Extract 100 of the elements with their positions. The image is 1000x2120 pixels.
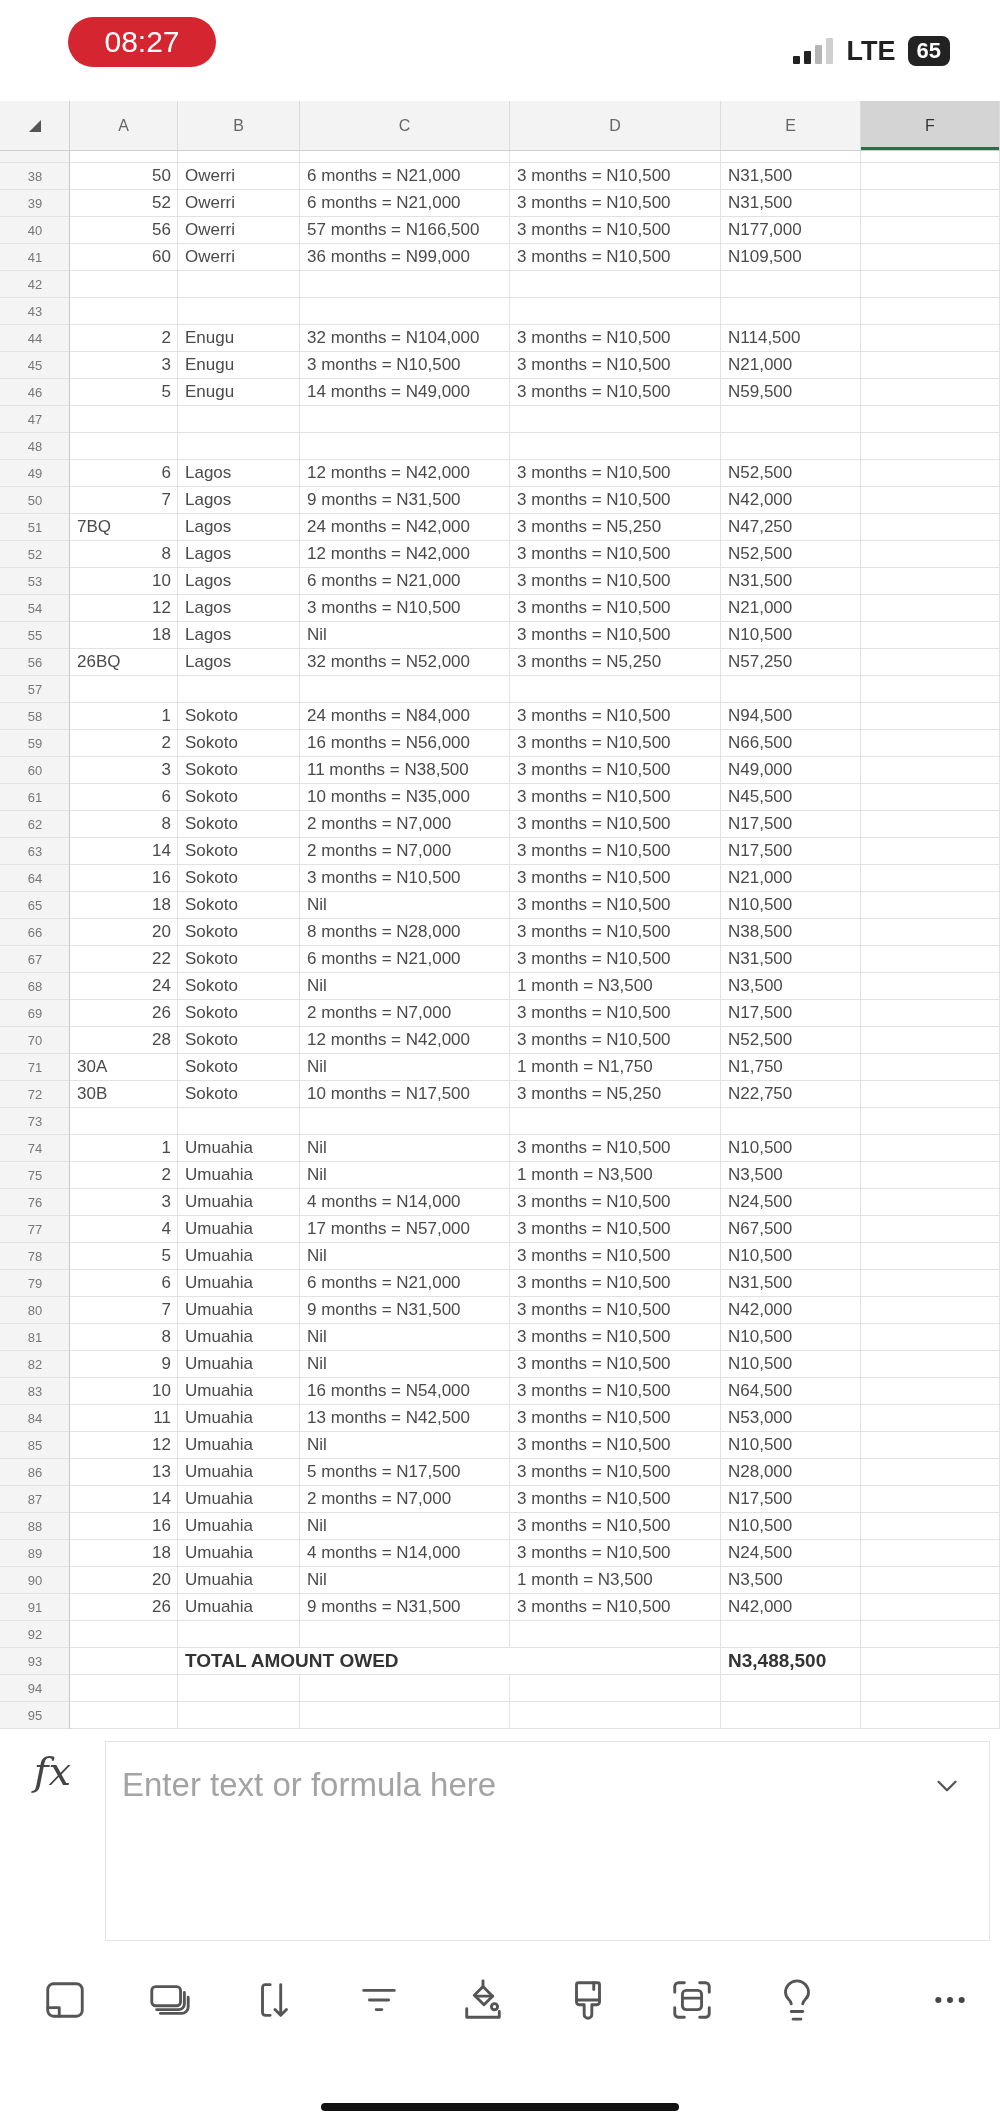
row-number: 65 — [26, 896, 44, 915]
table-cell-text: 10 months = N35,000 — [306, 786, 472, 808]
table-cell-text: 3 months = N10,500 — [516, 624, 672, 646]
table-cell-text: 3 months = N10,500 — [516, 543, 672, 565]
table-cell-text: 2 months = N7,000 — [306, 1488, 453, 1510]
table-cell-text: Nil — [306, 1515, 328, 1537]
table-cell-text: N21,000 — [727, 354, 794, 376]
table-cell-text: Umuahia — [184, 1299, 255, 1321]
row-number: 78 — [26, 1247, 44, 1266]
table-cell-text: Umuahia — [184, 1380, 255, 1402]
column-header[interactable]: A — [70, 101, 178, 150]
row-number: 60 — [26, 761, 44, 780]
row-number: 41 — [26, 248, 44, 267]
row-number: 43 — [26, 302, 44, 321]
table-cell-text: N45,500 — [727, 786, 794, 808]
table-cell-text: 3 months = N10,500 — [516, 1353, 672, 1375]
table-cell-text: 13 months = N42,500 — [306, 1407, 472, 1429]
status-time: 08:27 — [68, 17, 216, 67]
table-cell-text: 16 — [151, 1515, 172, 1537]
table-cell-text: Umuahia — [184, 1164, 255, 1186]
table-cell-text: 14 — [151, 840, 172, 862]
table-cell-text: N3,500 — [727, 975, 784, 997]
table-cell-text: 3 months = N10,500 — [516, 813, 672, 835]
table-cell-text: N31,500 — [727, 165, 794, 187]
table-cell-text: Owerri — [184, 192, 237, 214]
table-cell-text: Sokoto — [184, 705, 239, 727]
table-cell-text: 11 — [152, 1407, 172, 1429]
table-cell-text: 16 months = N56,000 — [306, 732, 472, 754]
table-cell-text: N31,500 — [727, 192, 794, 214]
table-cell-text: Nil — [306, 1569, 328, 1591]
row-number: 46 — [26, 383, 44, 402]
table-cell-text: 6 months = N21,000 — [306, 192, 462, 214]
table-cell-text: 3 months = N10,500 — [516, 489, 672, 511]
table-cell-text: N10,500 — [727, 1245, 794, 1267]
table-cell-text: 3 months = N10,500 — [516, 1218, 672, 1240]
table-cell-text: Lagos — [184, 516, 233, 538]
table-cell-text: 1 month = N3,500 — [516, 975, 654, 997]
row-number: 55 — [26, 626, 44, 645]
table-cell-text: 50 — [151, 165, 172, 187]
row-number: 83 — [26, 1382, 44, 1401]
table-cell-text: 3 months = N10,500 — [306, 354, 462, 376]
table-cell-text: 3 months = N10,500 — [516, 462, 672, 484]
table-cell-text: 6 — [160, 462, 172, 484]
table-cell-text: N109,500 — [727, 246, 803, 268]
table-cell-text: Umuahia — [184, 1353, 255, 1375]
table-cell-text: Owerri — [184, 165, 237, 187]
table-cell-text: 9 months = N31,500 — [306, 1596, 462, 1618]
table-cell-text: 5 — [160, 381, 172, 403]
table-cell-text: N42,000 — [727, 1596, 794, 1618]
table-cell-text: Nil — [306, 975, 328, 997]
row-number: 68 — [26, 977, 44, 996]
table-cell-text: 3 months = N5,250 — [516, 651, 663, 673]
table-cell-text: 3 months = N10,500 — [516, 732, 672, 754]
table-cell-text: 3 months = N10,500 — [516, 570, 672, 592]
row-number: 85 — [26, 1436, 44, 1455]
table-cell-text: Umuahia — [184, 1245, 255, 1267]
table-cell-text: N21,000 — [727, 867, 794, 889]
row-number: 81 — [26, 1328, 44, 1347]
table-cell-text: 3 months = N10,500 — [516, 1002, 672, 1024]
table-cell-text: N177,000 — [727, 219, 803, 241]
table-cell-text: Umuahia — [184, 1461, 255, 1483]
table-cell-text: Enugu — [184, 354, 236, 376]
table-cell-text: 2 — [160, 1164, 172, 1186]
corner-triangle-icon[interactable] — [28, 119, 41, 132]
row-number: 38 — [26, 167, 44, 186]
table-cell-text: 4 — [160, 1218, 172, 1240]
table-cell-text: 2 — [160, 327, 172, 349]
column-header[interactable]: F — [861, 101, 1000, 150]
table-cell-text: 16 months = N54,000 — [306, 1380, 472, 1402]
table-cell-text: 3 months = N10,500 — [516, 894, 672, 916]
table-cell-text: Sokoto — [184, 786, 239, 808]
table-cell-text: N47,250 — [727, 516, 794, 538]
table-cell-text: 12 — [151, 597, 172, 619]
row-number: 40 — [26, 221, 44, 240]
table-cell-text: 6 months = N21,000 — [306, 1272, 462, 1294]
table-cell-text: 32 months = N104,000 — [306, 327, 481, 349]
table-cell-text: N67,500 — [727, 1218, 794, 1240]
row-number: 76 — [26, 1193, 44, 1212]
table-cell-text: 30B — [76, 1083, 109, 1105]
row-number: 66 — [26, 923, 44, 942]
table-cell-text: 2 months = N7,000 — [306, 1002, 453, 1024]
table-cell-text: Sokoto — [184, 1002, 239, 1024]
table-cell-text: 6 months = N21,000 — [306, 570, 462, 592]
row-number: 86 — [26, 1463, 44, 1482]
table-cell-text: N49,000 — [727, 759, 794, 781]
column-header[interactable]: D — [510, 101, 721, 150]
table-cell-text: 5 months = N17,500 — [306, 1461, 462, 1483]
table-cell-text: N42,000 — [727, 1299, 794, 1321]
row-number: 72 — [26, 1085, 44, 1104]
row-number: 80 — [26, 1301, 44, 1320]
table-cell-text: 3 months = N10,500 — [516, 1515, 672, 1537]
row-number: 70 — [26, 1031, 44, 1050]
column-header[interactable]: B — [178, 101, 300, 150]
row-number: 56 — [26, 653, 44, 672]
column-header[interactable]: C — [300, 101, 510, 150]
formula-input[interactable]: Enter text or formula here — [105, 1741, 990, 1941]
row-number: 52 — [26, 545, 44, 564]
row-number: 82 — [26, 1355, 44, 1374]
row-number: 58 — [26, 707, 44, 726]
function-button[interactable]: fx — [33, 1751, 72, 1791]
